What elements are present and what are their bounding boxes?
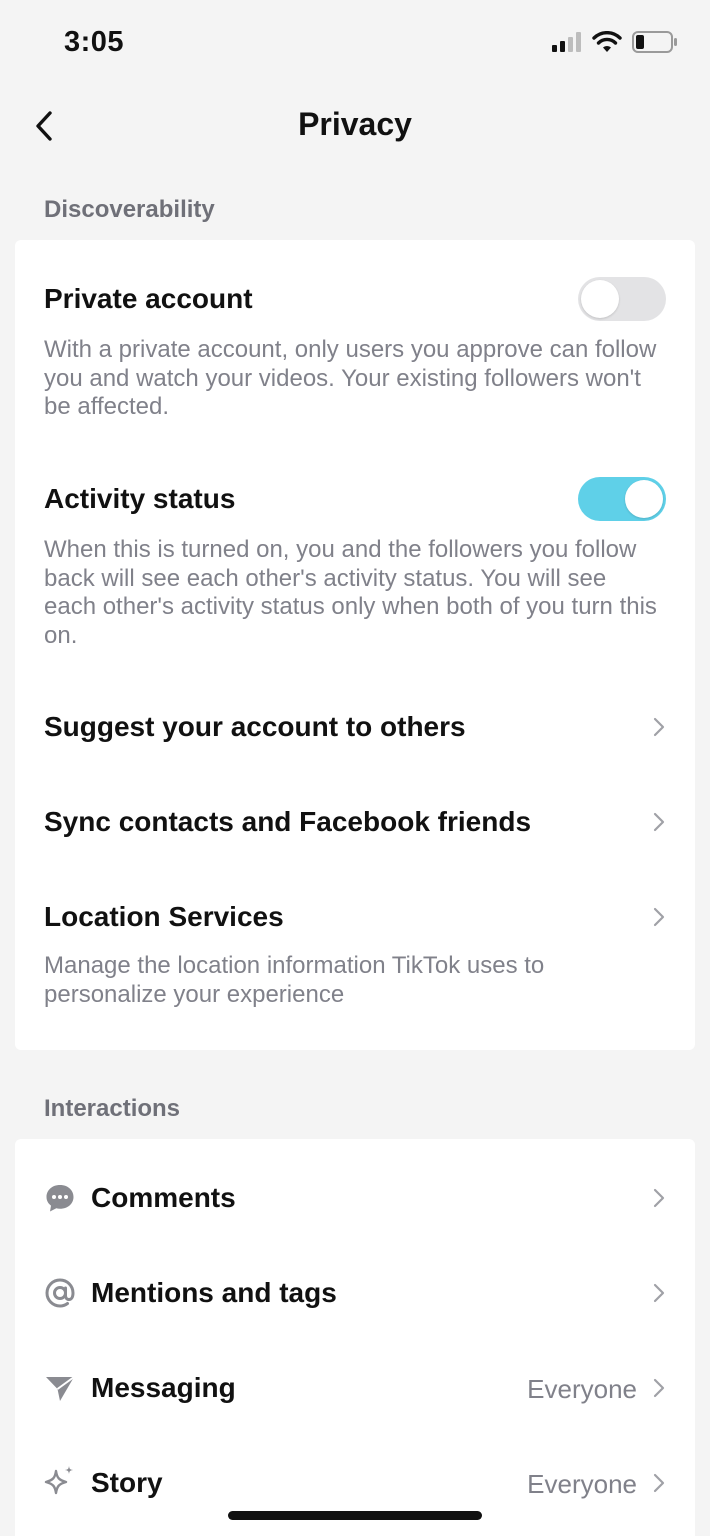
page-title: Privacy bbox=[298, 106, 412, 142]
mentions-title: Mentions and tags bbox=[91, 1277, 337, 1308]
chevron-right-icon bbox=[653, 1378, 665, 1398]
discoverability-card: Private account With a private account, … bbox=[15, 240, 695, 1050]
suggest-account-row[interactable]: Suggest your account to others bbox=[15, 680, 695, 775]
chevron-right-icon bbox=[653, 1283, 665, 1303]
location-services-description: Manage the location information TikTok u… bbox=[44, 952, 545, 1008]
story-title: Story bbox=[91, 1467, 163, 1498]
messaging-row[interactable]: Messaging Everyone bbox=[15, 1341, 695, 1436]
at-icon bbox=[43, 1276, 77, 1310]
sync-contacts-title: Sync contacts and Facebook friends bbox=[44, 806, 532, 837]
activity-status-title: Activity status bbox=[44, 483, 236, 514]
suggest-account-title: Suggest your account to others bbox=[44, 711, 466, 742]
private-account-title: Private account bbox=[44, 283, 253, 314]
toggle-knob bbox=[625, 480, 663, 518]
comments-row[interactable]: Comments bbox=[15, 1151, 695, 1246]
chevron-right-icon bbox=[653, 812, 665, 832]
messaging-value: Everyone bbox=[527, 1374, 637, 1404]
status-icons bbox=[552, 31, 678, 53]
battery-icon bbox=[632, 31, 677, 53]
sync-contacts-row[interactable]: Sync contacts and Facebook friends bbox=[15, 775, 695, 870]
wifi-icon bbox=[592, 31, 622, 52]
chevron-right-icon bbox=[653, 717, 665, 737]
status-time: 3:05 bbox=[64, 26, 125, 58]
private-account-toggle[interactable] bbox=[578, 277, 666, 321]
section-header-discoverability: Discoverability bbox=[44, 196, 215, 223]
activity-status-description: When this is turned on, you and the foll… bbox=[44, 536, 657, 649]
chevron-right-icon bbox=[653, 907, 665, 927]
comments-title: Comments bbox=[91, 1182, 236, 1213]
messaging-title: Messaging bbox=[91, 1372, 236, 1403]
signal-icon bbox=[552, 32, 581, 52]
private-account-description: With a private account, only users you a… bbox=[44, 336, 657, 420]
activity-status-toggle[interactable] bbox=[578, 477, 666, 521]
section-header-interactions: Interactions bbox=[44, 1095, 181, 1122]
status-bar: 3:05 bbox=[0, 0, 710, 90]
send-icon bbox=[43, 1371, 77, 1405]
chevron-right-icon bbox=[653, 1188, 665, 1208]
nav-bar: Privacy bbox=[0, 90, 710, 162]
comment-icon bbox=[43, 1181, 77, 1215]
interactions-card: Comments Mentions and tags Messaging Eve… bbox=[15, 1139, 695, 1536]
sparkle-icon bbox=[43, 1464, 77, 1498]
location-services-title: Location Services bbox=[44, 901, 284, 932]
mentions-row[interactable]: Mentions and tags bbox=[15, 1246, 695, 1341]
chevron-right-icon bbox=[653, 1473, 665, 1493]
home-indicator bbox=[228, 1511, 482, 1520]
toggle-knob bbox=[581, 280, 619, 318]
story-value: Everyone bbox=[527, 1469, 637, 1499]
location-services-row[interactable]: Location Services Manage the location in… bbox=[15, 870, 695, 1030]
